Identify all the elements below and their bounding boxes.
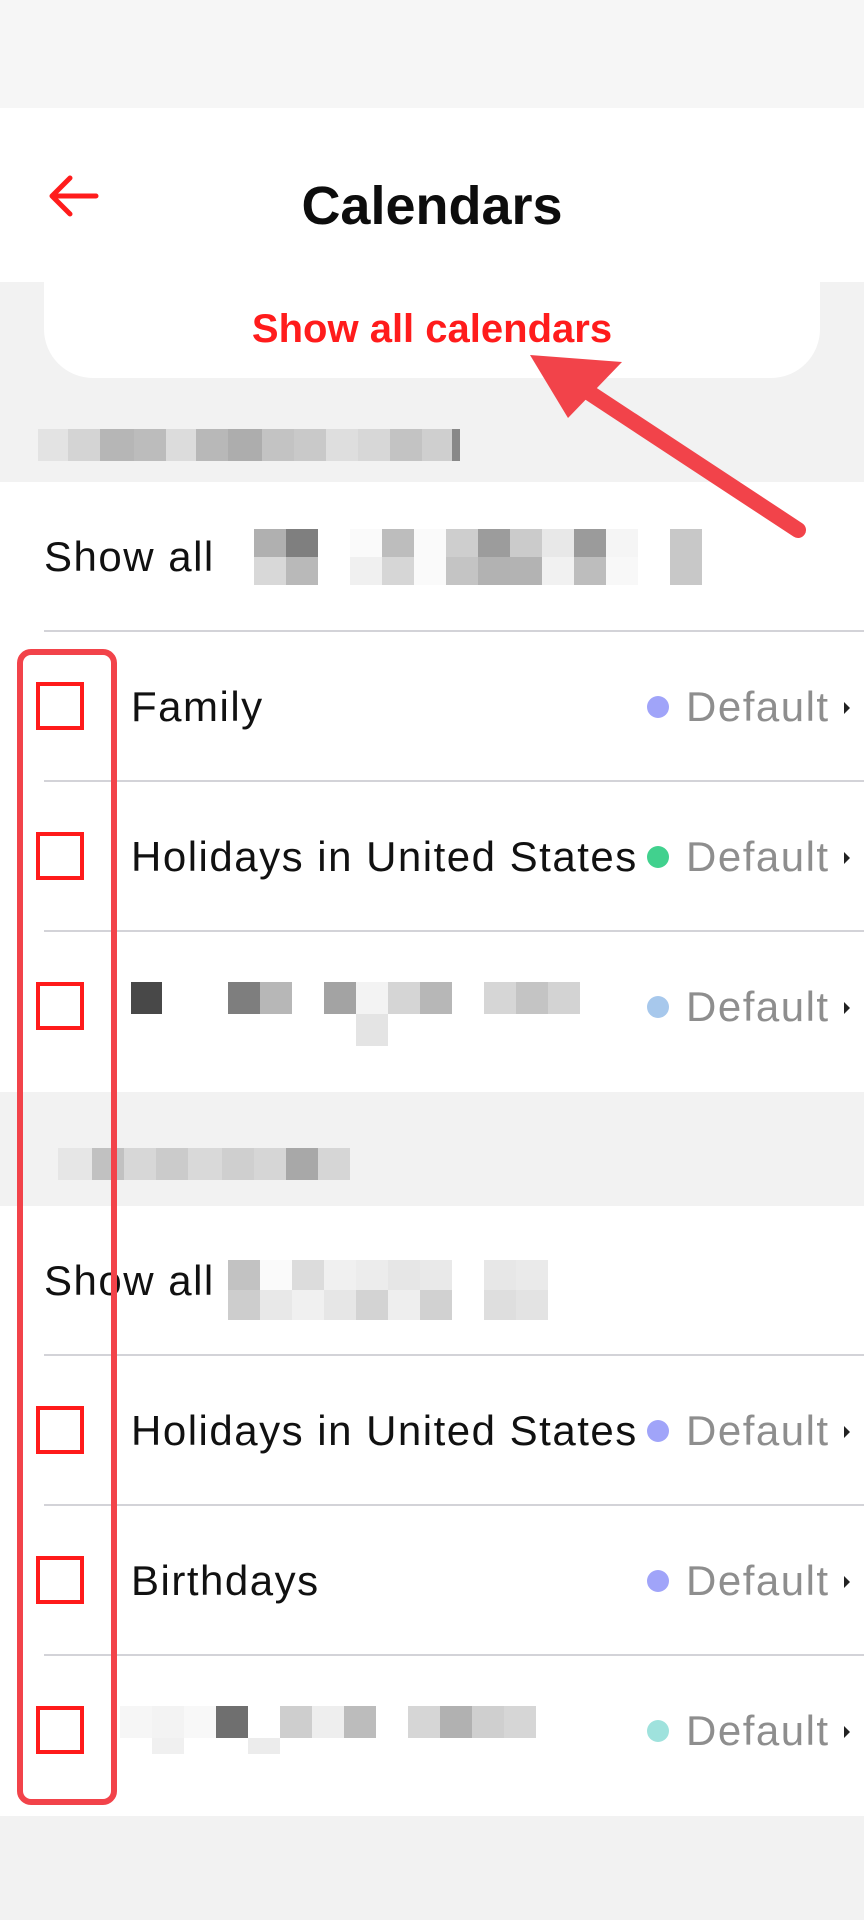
caret-right-icon: [844, 1002, 850, 1014]
color-dot: [647, 1570, 669, 1592]
bottom-area: [0, 1816, 864, 1920]
calendar-name: Birthdays: [131, 1557, 320, 1604]
redacted-account: [254, 529, 702, 585]
checkbox[interactable]: [36, 982, 84, 1030]
calendar-row-birthdays[interactable]: Birthdays Default: [0, 1506, 864, 1656]
checkbox[interactable]: [36, 832, 84, 880]
calendar-name: Family: [131, 683, 264, 730]
color-value: Default: [686, 1557, 830, 1604]
status-bar: [0, 0, 864, 108]
checkbox[interactable]: [36, 1706, 84, 1754]
color-value: Default: [686, 833, 830, 880]
calendar-name: Holidays in United States: [131, 833, 638, 880]
show-all-row[interactable]: Show all: [0, 482, 864, 632]
checkbox[interactable]: [36, 1406, 84, 1454]
color-dot: [647, 1720, 669, 1742]
calendar-name: Holidays in United States: [131, 1407, 638, 1454]
caret-right-icon: [844, 1426, 850, 1438]
color-value: Default: [686, 1707, 830, 1754]
color-dot: [647, 1420, 669, 1442]
show-all-calendars-label: Show all calendars: [251, 306, 613, 351]
show-all-row[interactable]: Show all: [0, 1206, 864, 1356]
redacted-calendar-name: [131, 982, 580, 1046]
calendar-row-holidays-us-2[interactable]: Holidays in United States Default: [0, 1356, 864, 1506]
calendar-row-redacted[interactable]: Default: [0, 1656, 864, 1806]
checkbox[interactable]: [36, 682, 84, 730]
color-value: Default: [686, 1407, 830, 1454]
show-all-label: Show all: [44, 533, 215, 580]
page-title: Calendars: [301, 176, 563, 236]
show-all-label: Show all: [44, 1257, 215, 1304]
color-dot: [647, 696, 669, 718]
caret-right-icon: [844, 702, 850, 714]
color-value: Default: [686, 983, 830, 1030]
caret-right-icon: [844, 852, 850, 864]
color-dot: [647, 846, 669, 868]
redacted-calendar-name: [120, 1706, 536, 1754]
caret-right-icon: [844, 1726, 850, 1738]
color-value: Default: [686, 683, 830, 730]
account-name-redacted: [58, 1148, 350, 1180]
color-dot: [647, 996, 669, 1018]
calendar-row-redacted[interactable]: Default: [0, 932, 864, 1082]
app-header: Calendars: [0, 108, 864, 282]
calendar-row-holidays-us[interactable]: Holidays in United States Default: [0, 782, 864, 932]
show-all-calendars-button[interactable]: Show all calendars: [44, 280, 820, 378]
account-name-redacted: [38, 429, 460, 461]
checkbox[interactable]: [36, 1556, 84, 1604]
redacted-account: [228, 1260, 548, 1320]
caret-right-icon: [844, 1576, 850, 1588]
calendar-row-family[interactable]: Family Default: [0, 632, 864, 782]
